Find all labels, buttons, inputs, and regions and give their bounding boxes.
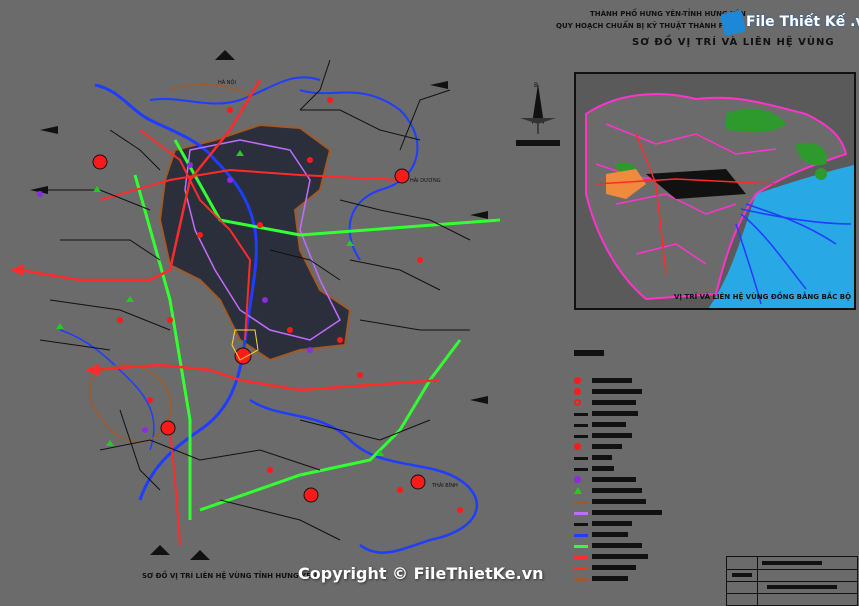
red-dot-icon: [574, 377, 581, 384]
legend-label: [592, 411, 638, 416]
purple-dot-icon: [574, 476, 581, 483]
north-arrow-icon: [520, 84, 556, 134]
legend-row: [570, 453, 700, 463]
legend-label: [592, 488, 642, 493]
legend-row: [570, 541, 700, 551]
title-block: [726, 556, 858, 606]
legend-row: [570, 420, 700, 430]
arrow-red-west: [10, 264, 24, 276]
place-label-thaibinh: THÁI BÌNH: [432, 483, 458, 489]
scale-bar: [516, 140, 560, 146]
legend-label: [592, 400, 636, 405]
purple-line-icon: [574, 512, 588, 515]
north-label: B: [534, 82, 539, 89]
legend-row: [570, 552, 700, 562]
legend-row: [570, 398, 700, 408]
legend-row: [570, 486, 700, 496]
cross-circle-icon: [574, 443, 581, 450]
rail-line-icon: [574, 523, 588, 526]
main-map-caption: SƠ ĐỒ VỊ TRÍ LIÊN HỆ VÙNG TỈNH HƯNG YÊN: [142, 572, 317, 580]
place-label-hanoi: HÀ NỘI: [218, 80, 236, 86]
brown-line-icon: [574, 578, 588, 581]
plane-icon: [574, 468, 588, 471]
legend-title: [574, 350, 604, 356]
legend-row: [570, 409, 700, 419]
legend-label: [592, 532, 628, 537]
legend-label: [592, 422, 626, 427]
legend-label: [592, 510, 662, 515]
legend-row: [570, 563, 700, 573]
legend-row: [570, 519, 700, 529]
river-west: [59, 329, 155, 451]
legend-row: [570, 387, 700, 397]
green-triangle-icon: [574, 487, 582, 494]
red-dot-icon: [574, 388, 581, 395]
legend-label: [592, 455, 612, 460]
inset-map[interactable]: [574, 72, 856, 310]
green-line-icon: [574, 545, 588, 548]
legend-row: [570, 497, 700, 507]
legend-row: [570, 574, 700, 584]
legend-label: [592, 477, 636, 482]
legend-label: [592, 389, 642, 394]
river-south: [249, 398, 479, 554]
legend-label: [592, 499, 646, 504]
legend-row: [570, 431, 700, 441]
dark-line-icon: [574, 413, 588, 416]
train-icon: [574, 457, 588, 460]
arrow-red-west-2: [85, 364, 99, 376]
district-boundary-west: [89, 364, 172, 443]
red-ring-icon: [574, 399, 581, 406]
legend-row: [570, 442, 700, 452]
dark-line-icon: [574, 424, 588, 427]
dark-line-icon: [574, 435, 588, 438]
city-marker-phuly: [160, 420, 176, 436]
legend-row: [570, 530, 700, 540]
legend-label: [592, 378, 632, 383]
legend-label: [592, 521, 632, 526]
legend-row: [570, 475, 700, 485]
place-label-haiduong: HẢI DƯƠNG: [410, 178, 441, 184]
legend-label: [592, 433, 632, 438]
city-marker-namdinh: [303, 487, 319, 503]
inset-caption: VỊ TRÍ VÀ LIÊN HỆ VÙNG ĐỒNG BẰNG BẮC BỘ: [674, 293, 852, 301]
brown-line-icon: [574, 501, 588, 504]
legend-row: [570, 376, 700, 386]
city-marker-hanoi: [92, 154, 108, 170]
city-marker-haiduong: [394, 168, 410, 184]
inset-map-drawing: [585, 93, 854, 308]
red-line-icon: [574, 567, 588, 570]
copyright-watermark: Copyright © FileThietKe.vn: [298, 564, 544, 583]
legend: [570, 348, 700, 581]
blue-line-icon: [574, 534, 588, 537]
legend-row: [570, 508, 700, 518]
legend-label: [592, 565, 636, 570]
legend-label: [592, 444, 622, 449]
legend-label: [592, 466, 614, 471]
legend-label: [592, 543, 642, 548]
red-line-icon: [574, 556, 588, 559]
legend-label: [592, 554, 648, 559]
legend-row: [570, 464, 700, 474]
city-marker-thaibinh: [410, 474, 426, 490]
legend-label: [592, 576, 628, 581]
district-boundary-north: [169, 83, 251, 96]
